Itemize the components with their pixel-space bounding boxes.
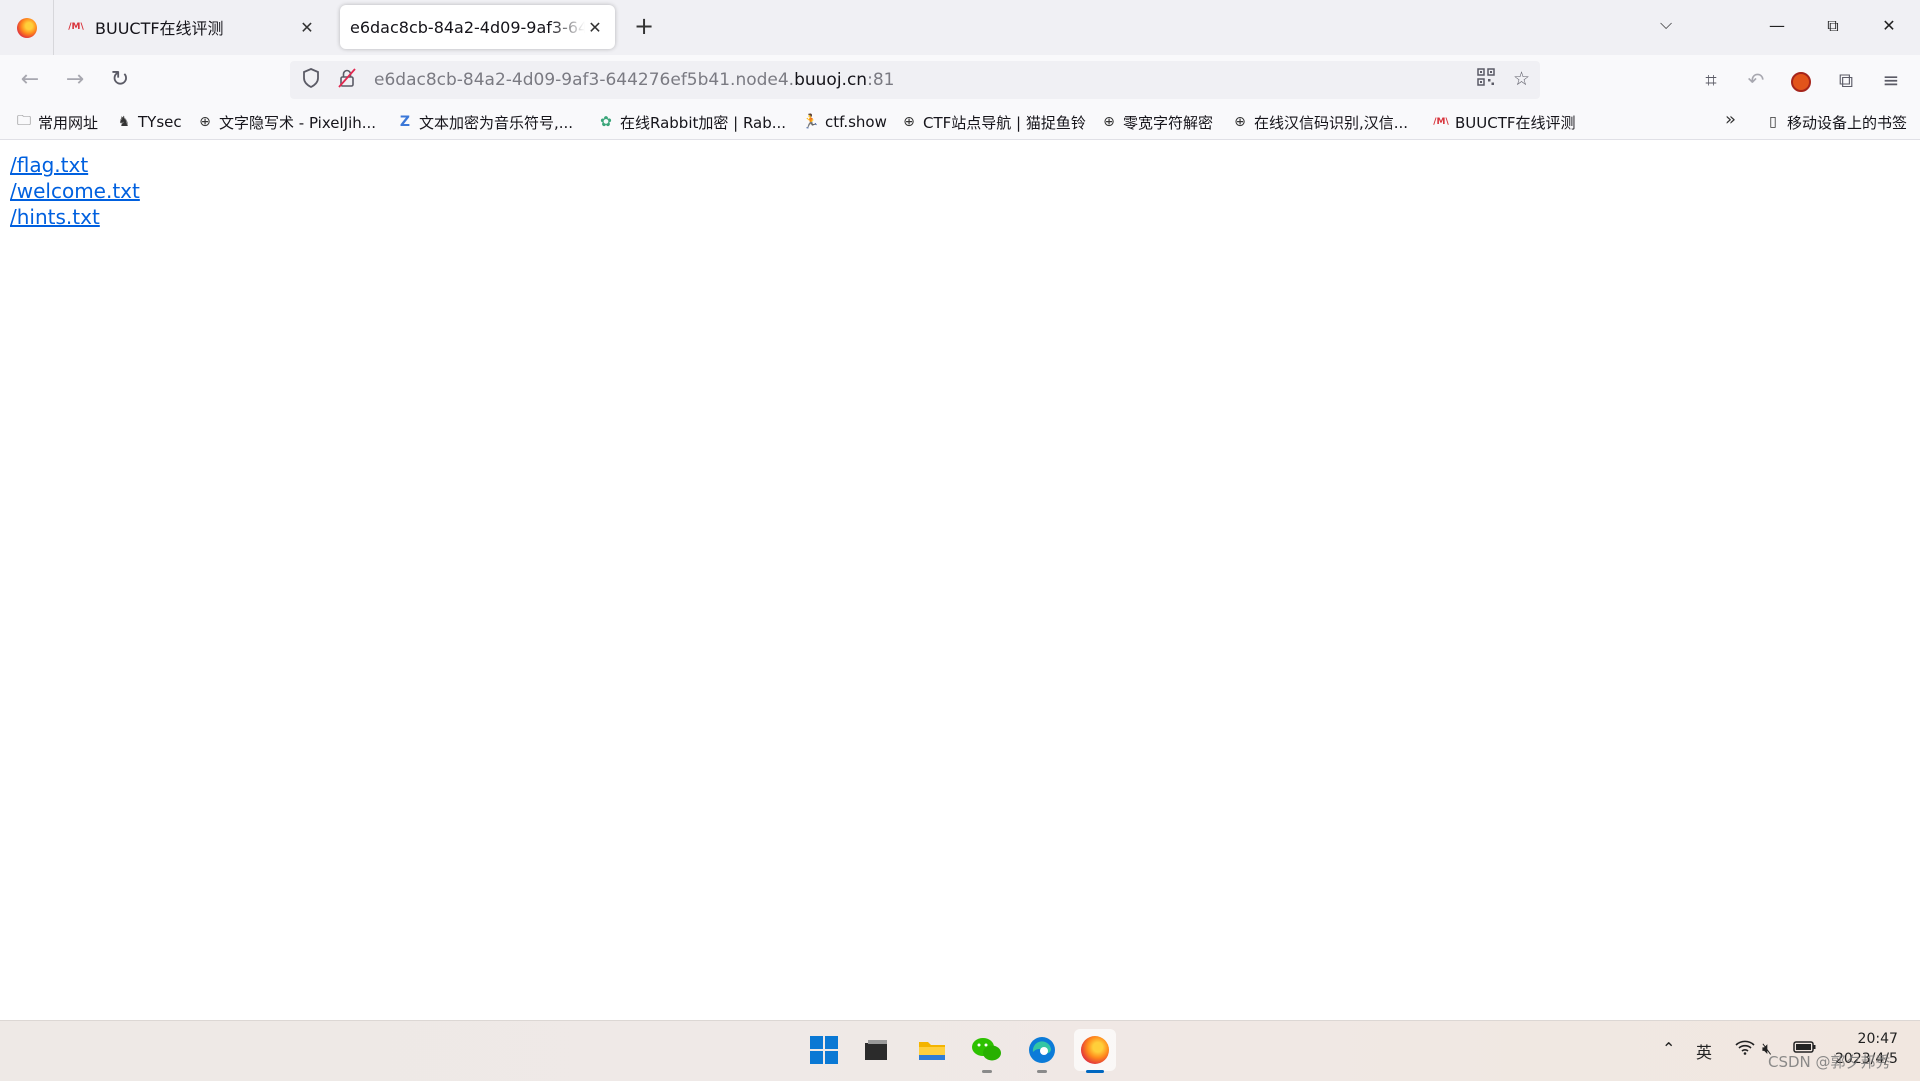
windows-taskbar: ⌃ 英 🔇︎ 20:47 2023/4/5	[0, 1020, 1920, 1081]
restore-button[interactable]: ⧉	[1810, 8, 1856, 44]
runner-icon: 🏃	[802, 114, 820, 130]
tracking-shield-icon[interactable]	[296, 67, 326, 93]
url-domain: buuoj.cn	[794, 70, 868, 90]
bookmark-tysec[interactable]: ♞ TYsec	[115, 111, 182, 133]
bookmark-label: TYsec	[138, 113, 182, 131]
chevron-double-right-icon[interactable]: »	[1725, 109, 1736, 130]
taskbar-app-wechat[interactable]	[966, 1029, 1008, 1073]
bookmark-label: BUUCTF在线评测	[1455, 113, 1576, 132]
bookmark-rabbit[interactable]: ✿ 在线Rabbit加密 | Rab...	[597, 111, 786, 133]
tab-close-icon[interactable]: ✕	[585, 18, 605, 37]
bookmark-star-icon[interactable]: ☆	[1513, 68, 1530, 91]
bookmark-label: 零宽字符解密	[1123, 113, 1214, 132]
taskbar-app-firefox[interactable]	[1074, 1029, 1116, 1073]
bookmark-label: 常用网址	[38, 113, 99, 132]
firefox-icon	[16, 17, 37, 38]
bookmark-label: 文字隐写术 - PixelJih...	[219, 113, 377, 132]
insecure-lock-icon[interactable]	[332, 67, 362, 93]
taskbar-app-terminal[interactable]	[855, 1029, 897, 1071]
tab-title: e6dac8cb-84a2-4d09-9af3-644276ef5b41.nod…	[350, 17, 585, 37]
url-bar[interactable]: e6dac8cb-84a2-4d09-9af3-644276ef5b41.nod…	[290, 61, 1540, 99]
bookmark-music-cipher[interactable]: Z 文本加密为音乐符号,...	[396, 111, 573, 133]
reload-icon[interactable]: ↻	[105, 65, 135, 95]
start-button[interactable]	[803, 1029, 845, 1071]
taskbar-app-explorer[interactable]	[911, 1029, 953, 1071]
navigation-toolbar: ← → ↻ e6dac8cb-84a2-4d09-9af3-644276ef5b…	[0, 55, 1920, 105]
url-subdomain: e6dac8cb-84a2-4d09-9af3-644276ef5b41.nod…	[374, 70, 795, 90]
windows-logo-icon	[810, 1036, 838, 1064]
bookmark-label: 在线Rabbit加密 | Rab...	[620, 113, 787, 132]
extension-badge-icon[interactable]	[1786, 65, 1816, 95]
forward-arrow-icon[interactable]: →	[60, 65, 90, 95]
bookmark-folder-common[interactable]: 🗀 常用网址	[15, 111, 98, 133]
bookmark-buuctf[interactable]: /M\ BUUCTF在线评测	[1432, 111, 1576, 133]
firefox-icon	[1081, 1036, 1109, 1064]
url-text: e6dac8cb-84a2-4d09-9af3-644276ef5b41.nod…	[374, 70, 894, 90]
tab-title: BUUCTF在线评测	[95, 19, 224, 38]
new-tab-button[interactable]: +	[630, 12, 658, 42]
gear-icon: ✿	[600, 114, 612, 130]
bookmark-zero-width[interactable]: ⊕ 零宽字符解密	[1100, 111, 1213, 133]
minimize-button[interactable]: —	[1754, 8, 1800, 44]
tab-strip: /M\ BUUCTF在线评测 ✕ e6dac8cb-84a2-4d09-9af3…	[0, 0, 1920, 55]
hamburger-menu-icon[interactable]: ≡	[1876, 65, 1906, 95]
list-all-tabs-icon[interactable]: ⌵	[1660, 14, 1672, 34]
bookmark-label: 文本加密为音乐符号,...	[419, 113, 574, 132]
close-window-button[interactable]: ✕	[1866, 8, 1912, 44]
tray-chevron-up-icon[interactable]: ⌃	[1662, 1039, 1675, 1058]
url-port: :81	[867, 70, 895, 90]
tab-active-page[interactable]: e6dac8cb-84a2-4d09-9af3-644276ef5b41.nod…	[340, 5, 615, 49]
clock-time: 20:47	[1857, 1031, 1898, 1047]
bookmark-label: CTF站点导航 | 猫捉鱼铃	[923, 113, 1086, 132]
bookmark-mobile[interactable]: ▯ 移动设备上的书签	[1764, 111, 1907, 133]
bookmark-ctfshow[interactable]: 🏃 ctf.show	[802, 111, 887, 133]
buu-favicon-icon: /M\	[68, 22, 84, 32]
back-arrow-icon[interactable]: ←	[15, 65, 45, 95]
bookmark-ctf-nav[interactable]: ⊕ CTF站点导航 | 猫捉鱼铃	[900, 111, 1086, 133]
terminal-icon	[865, 1040, 887, 1060]
bookmark-label: ctf.show	[825, 113, 887, 131]
globe-icon: ⊕	[199, 114, 211, 130]
tab-close-icon[interactable]: ✕	[297, 18, 317, 37]
page-content: /flag.txt /welcome.txt /hints.txt	[10, 152, 140, 230]
screenshot-crop-icon[interactable]: ⌗	[1696, 65, 1726, 95]
link-welcome-txt[interactable]: /welcome.txt	[10, 178, 140, 204]
folder-icon: 🗀	[17, 113, 31, 129]
firefox-view-button[interactable]	[0, 0, 54, 55]
undo-arrow-icon[interactable]: ↶	[1741, 65, 1771, 95]
qr-code-icon[interactable]	[1477, 68, 1495, 91]
bookmark-label: 移动设备上的书签	[1787, 113, 1908, 132]
buu-favicon-icon: /M\	[1433, 117, 1449, 127]
bookmark-label: 在线汉信码识别,汉信...	[1254, 113, 1409, 132]
globe-icon: ⊕	[1103, 114, 1115, 130]
extensions-puzzle-icon[interactable]: ⧉	[1831, 65, 1861, 95]
globe-icon: ⊕	[903, 114, 915, 130]
folder-icon	[919, 1042, 945, 1060]
globe-icon: ⊕	[1234, 114, 1246, 130]
running-indicator	[1037, 1070, 1047, 1073]
taskbar-app-edge[interactable]	[1021, 1029, 1063, 1073]
wifi-icon[interactable]	[1735, 1039, 1755, 1059]
link-hints-txt[interactable]: /hints.txt	[10, 204, 140, 230]
edge-icon	[1029, 1037, 1055, 1063]
tysec-icon: ♞	[117, 114, 131, 130]
tab-buuctf[interactable]: /M\ BUUCTF在线评测 ✕	[57, 5, 327, 49]
bookmarks-toolbar: 🗀 常用网址 ♞ TYsec ⊕ 文字隐写术 - PixelJih... Z 文本加密为…	[0, 105, 1920, 140]
ime-indicator[interactable]: 英	[1696, 1039, 1712, 1063]
bookmark-pixeljihad[interactable]: ⊕ 文字隐写术 - PixelJih...	[196, 111, 376, 133]
mobile-device-icon: ▯	[1769, 114, 1777, 130]
link-flag-txt[interactable]: /flag.txt	[10, 152, 140, 178]
active-indicator	[1086, 1070, 1104, 1073]
bookmark-hanxin[interactable]: ⊕ 在线汉信码识别,汉信...	[1231, 111, 1408, 133]
wechat-icon	[972, 1038, 1001, 1061]
csdn-watermark: CSDN @郭夕邦秀	[1768, 1053, 1891, 1071]
running-indicator	[982, 1070, 992, 1073]
zj-icon: Z	[399, 114, 411, 130]
